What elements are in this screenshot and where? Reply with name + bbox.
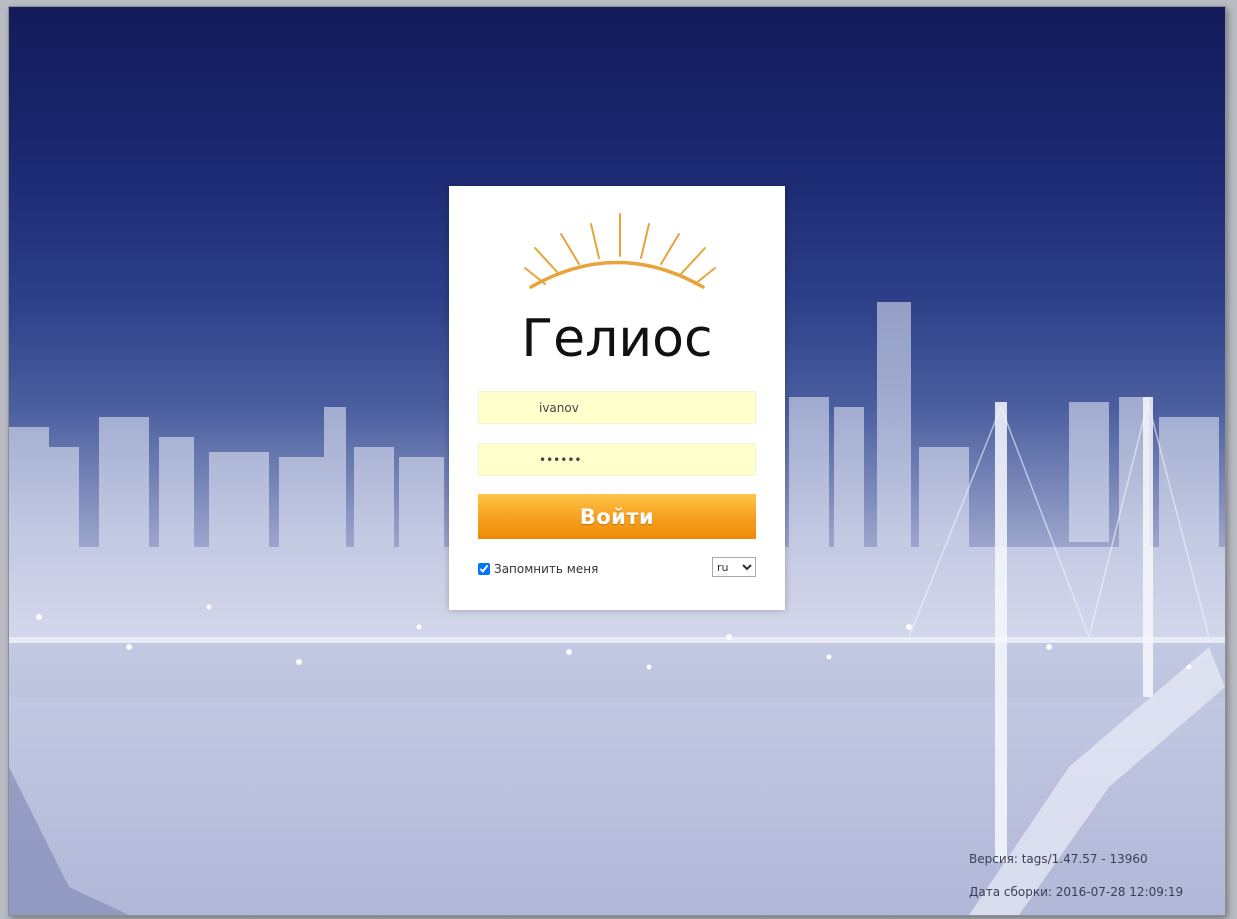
password-field[interactable] — [478, 443, 756, 476]
remember-me-checkbox[interactable] — [478, 563, 490, 575]
logo-wordmark: Гелиос — [521, 309, 712, 369]
build-date-text: Дата сборки: 2016-07-28 12:09:19 — [969, 885, 1184, 899]
password-input[interactable] — [479, 444, 755, 475]
remember-me[interactable]: Запомнить меня — [478, 560, 598, 578]
app-window: Гелиос Войти Запомнить меня ru Версия: t… — [8, 6, 1226, 916]
language-select[interactable]: ru — [712, 557, 756, 577]
username-input[interactable] — [479, 392, 755, 423]
gelios-logo: Гелиос — [521, 213, 716, 369]
login-panel: Гелиос Войти Запомнить меня ru — [449, 186, 785, 610]
remember-me-label: Запомнить меня — [494, 562, 599, 576]
version-text: Версия: tags/1.47.57 - 13960 — [969, 852, 1148, 866]
username-field[interactable] — [478, 391, 756, 424]
version-info: Версия: tags/1.47.57 - 13960 Дата сборки… — [969, 843, 1183, 909]
login-button[interactable]: Войти — [478, 494, 756, 539]
